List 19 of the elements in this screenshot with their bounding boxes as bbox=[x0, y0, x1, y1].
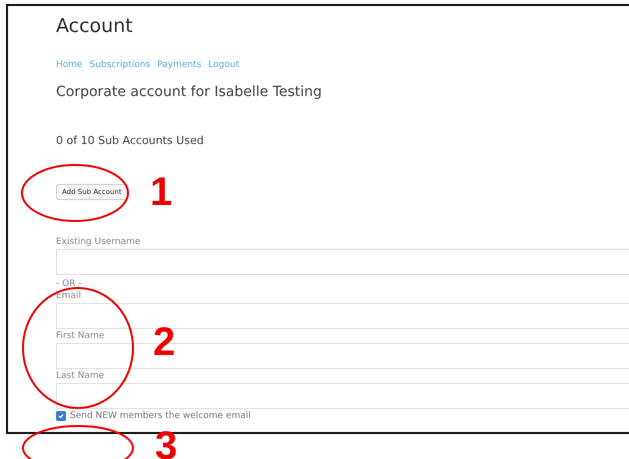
field-label: Last Name bbox=[56, 370, 106, 382]
nav-link[interactable]: Payments bbox=[157, 60, 202, 70]
field-label: Existing Username bbox=[56, 236, 142, 248]
input-field[interactable] bbox=[56, 249, 629, 275]
annotation-number: 2 bbox=[153, 322, 176, 362]
page-title: Account bbox=[56, 14, 134, 39]
checkbox-label: Send NEW members the welcome email bbox=[70, 411, 251, 421]
input-field[interactable] bbox=[56, 383, 629, 409]
or-separator: - OR - bbox=[56, 278, 83, 290]
field-label: First Name bbox=[56, 330, 106, 342]
annotation-number: 1 bbox=[150, 172, 172, 212]
check-icon bbox=[58, 413, 64, 419]
input-field[interactable] bbox=[56, 303, 629, 329]
checkbox[interactable] bbox=[56, 411, 66, 421]
nav-link[interactable]: Home bbox=[56, 60, 83, 70]
nav-link[interactable]: Subscriptions bbox=[90, 60, 150, 70]
usage-text: 0 of 10 Sub Accounts Used bbox=[56, 134, 205, 147]
account-heading: Corporate account for Isabelle Testing bbox=[56, 84, 323, 100]
nav-link[interactable]: Logout bbox=[208, 60, 240, 70]
